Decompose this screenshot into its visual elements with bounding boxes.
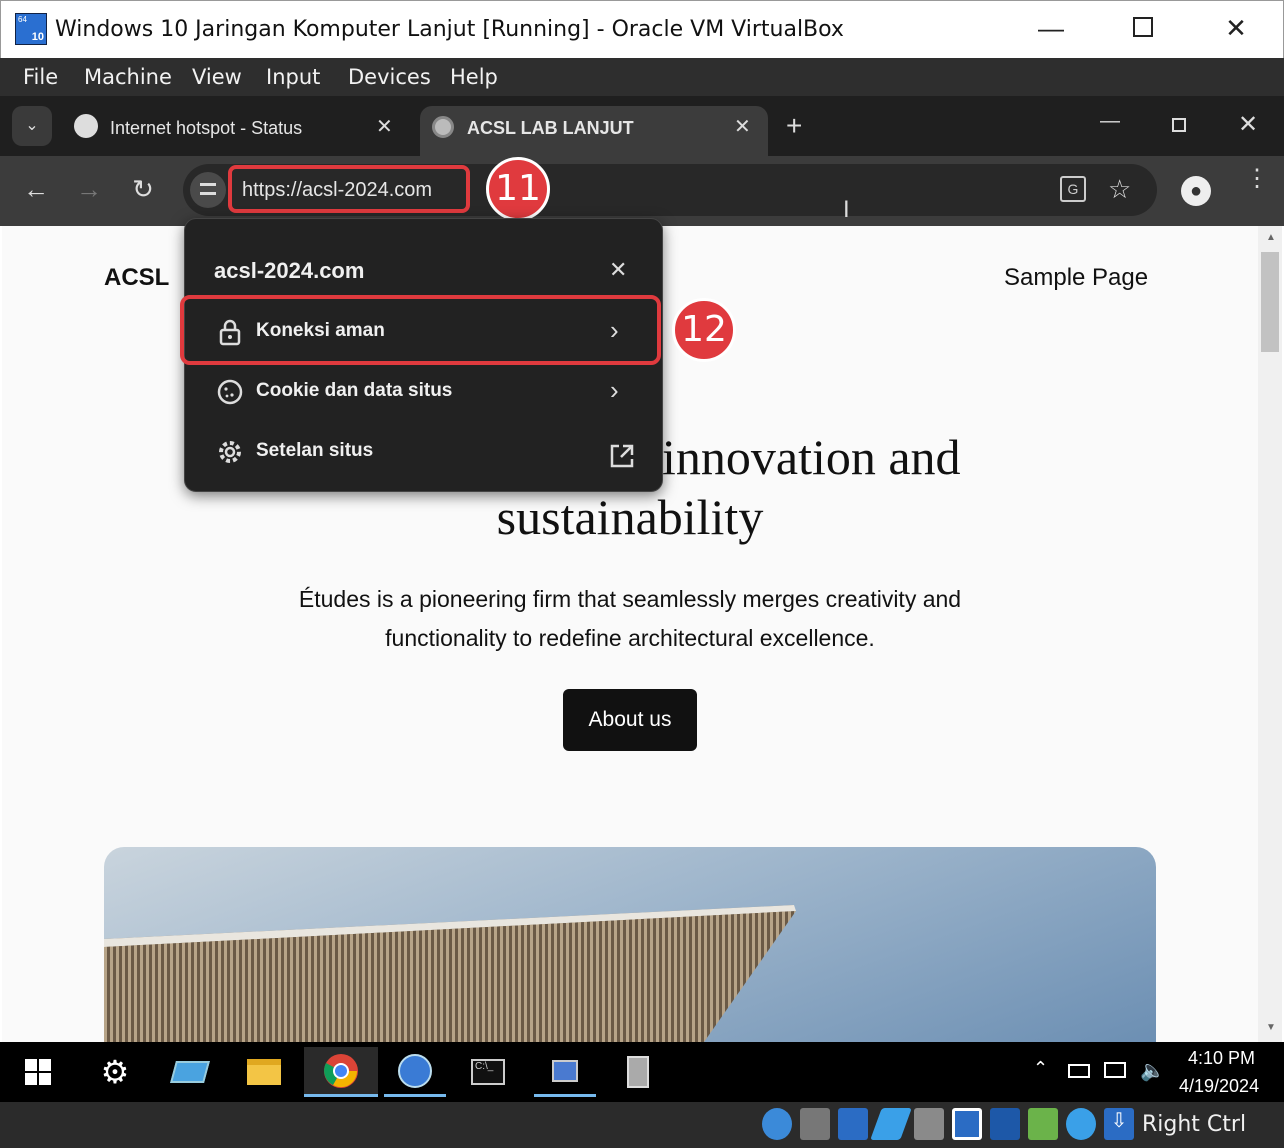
vbox-titlebar: 64 10 Windows 10 Jaringan Komputer Lanju… [0, 0, 1284, 58]
browser-close-icon[interactable]: ✕ [1238, 110, 1258, 139]
maximize-icon[interactable] [1113, 15, 1173, 39]
winbox-icon[interactable] [384, 1047, 446, 1097]
chevron-right-icon: › [610, 375, 619, 405]
menu-help[interactable]: Help [450, 65, 498, 89]
about-us-button[interactable]: About us [563, 689, 697, 751]
audio-icon[interactable] [800, 1108, 830, 1140]
hero-heading-line1: innovation and [662, 429, 961, 485]
browser-minimize-icon[interactable]: — [1100, 110, 1120, 133]
browser-restore-icon[interactable] [1172, 118, 1186, 132]
hero-image [104, 847, 1156, 1042]
tray-network-icon[interactable] [1104, 1062, 1126, 1078]
external-link-icon [610, 444, 634, 468]
network-status-icon[interactable] [838, 1108, 868, 1140]
site-brand[interactable]: ACSL [104, 264, 169, 292]
popup-item-label: Cookie dan data situs [256, 380, 453, 401]
command-prompt-icon[interactable]: C:\_ [458, 1047, 518, 1097]
annotation-badge-11: 11 [486, 157, 550, 221]
tray-battery-icon[interactable] [1068, 1064, 1090, 1078]
menu-machine[interactable]: Machine [84, 65, 172, 89]
tab-search-button[interactable]: ⌄ [12, 106, 52, 146]
gear-icon [219, 441, 241, 463]
menu-input[interactable]: Input [266, 65, 320, 89]
hero-paragraph-line2: functionality to redefine architectural … [385, 625, 875, 651]
popup-item-site-settings[interactable]: Setelan situs [185, 423, 664, 483]
optical-drive-icon[interactable] [762, 1108, 792, 1140]
highlight-secure-connection-box [180, 295, 661, 365]
tab-label: Internet hotspot - Status [110, 118, 303, 138]
translate-icon[interactable]: G [1060, 176, 1086, 202]
new-tab-icon[interactable]: + [786, 110, 802, 142]
host-key-label: Right Ctrl [1142, 1112, 1247, 1137]
tab-label: ACSL LAB LANJUT [467, 118, 634, 138]
browser-tabstrip: ⌄ Internet hotspot - Status ✕ ACSL LAB L… [0, 96, 1284, 156]
vbox-app-icon: 64 10 [15, 13, 47, 45]
reload-icon[interactable]: ↻ [123, 174, 163, 205]
display-icon[interactable] [952, 1108, 982, 1140]
popup-item-cookies[interactable]: Cookie dan data situs › [185, 363, 664, 423]
tab-close-icon[interactable]: ✕ [376, 114, 393, 139]
tab-acsl-lab[interactable]: ACSL LAB LANJUT ✕ [420, 106, 768, 156]
url-highlight-box[interactable]: https://acsl-2024.com [228, 165, 470, 213]
forward-icon[interactable]: → [69, 174, 109, 205]
tab-internet-hotspot[interactable]: Internet hotspot - Status ✕ [64, 106, 404, 156]
file-explorer-icon[interactable] [234, 1047, 294, 1097]
annotation-badge-12: 12 [672, 298, 736, 362]
tray-chevron-up-icon[interactable]: ⌃ [1033, 1058, 1048, 1079]
recording-icon[interactable] [990, 1108, 1020, 1140]
back-icon[interactable]: ← [16, 174, 56, 205]
bookmark-star-icon[interactable]: ☆ [1108, 174, 1131, 205]
nav-sample-page[interactable]: Sample Page [1004, 264, 1148, 292]
page-scrollbar[interactable]: ▲ ▼ [1258, 226, 1282, 1042]
cpu-icon[interactable] [1028, 1108, 1058, 1140]
site-info-icon[interactable] [190, 172, 226, 208]
text-cursor-icon: I [843, 196, 850, 223]
menu-devices[interactable]: Devices [348, 65, 431, 89]
menu-view[interactable]: View [192, 65, 242, 89]
vbox-window-title: Windows 10 Jaringan Komputer Lanjut [Run… [55, 17, 844, 42]
profile-avatar-icon[interactable]: ● [1181, 176, 1211, 206]
hero-paragraph-line1: Études is a pioneering firm that seamles… [298, 586, 962, 612]
cookie-icon [217, 379, 243, 405]
tray-volume-icon[interactable]: 🔈 [1140, 1058, 1165, 1083]
minimize-icon[interactable]: — [1021, 13, 1081, 44]
scrollbar-thumb[interactable] [1261, 252, 1279, 352]
popup-domain: acsl-2024.com [214, 258, 365, 283]
mouse-integration-icon[interactable] [1066, 1108, 1096, 1140]
network-adapter-icon[interactable] [160, 1047, 220, 1097]
server-manager-icon[interactable] [608, 1047, 668, 1097]
url-text: https://acsl-2024.com [242, 179, 433, 201]
taskbar-clock-date[interactable]: 4/19/2024 [1179, 1076, 1259, 1097]
hero-heading-line2: sustainability [496, 489, 764, 545]
network-connections-icon[interactable] [534, 1047, 596, 1097]
shared-folders-icon[interactable] [914, 1108, 944, 1140]
vbox-menubar: File Machine View Input Devices Help [0, 58, 1284, 96]
keyboard-capture-icon[interactable]: ⇩ [1104, 1108, 1134, 1140]
tab-close-icon[interactable]: ✕ [734, 114, 751, 139]
menu-file[interactable]: File [23, 65, 58, 89]
start-windows-icon[interactable] [8, 1047, 68, 1097]
mikrotik-icon [74, 114, 98, 138]
settings-gear-icon[interactable]: ⚙ [85, 1047, 145, 1097]
popup-close-icon[interactable]: ✕ [609, 257, 627, 283]
browser-menu-icon[interactable]: ⋮ [1245, 167, 1269, 191]
globe-icon [432, 116, 454, 138]
popup-item-label: Setelan situs [256, 440, 374, 461]
chrome-icon[interactable] [304, 1047, 378, 1097]
close-icon[interactable]: ✕ [1206, 13, 1266, 44]
taskbar-clock-time[interactable]: 4:10 PM [1188, 1048, 1255, 1069]
